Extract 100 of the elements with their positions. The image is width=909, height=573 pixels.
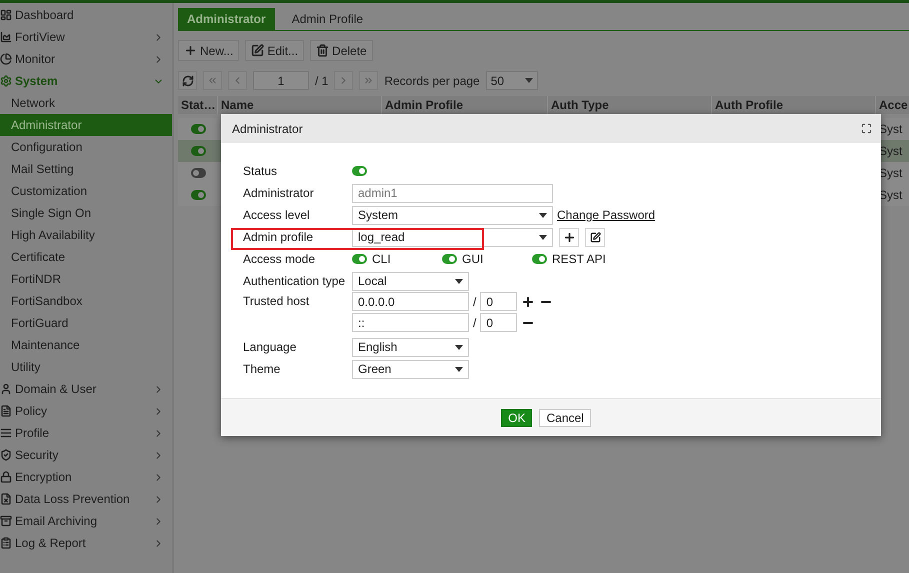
plus-icon — [184, 44, 197, 57]
change-password-link[interactable]: Change Password — [557, 208, 656, 222]
field-label: Admin profile — [243, 229, 314, 246]
status-toggle[interactable] — [190, 124, 206, 134]
document-icon — [0, 405, 12, 417]
sidebar-item[interactable]: Certificate — [0, 246, 172, 268]
sidebar-item[interactable]: Customization — [0, 180, 172, 202]
field-label: Theme — [243, 361, 282, 378]
caret-icon — [455, 278, 463, 284]
user-icon — [0, 383, 12, 395]
add-button[interactable] — [559, 228, 579, 246]
area-chart-icon — [0, 31, 12, 43]
edit-icon — [590, 232, 600, 242]
column-header[interactable]: Stat… — [178, 96, 218, 114]
ok-button[interactable]: OK — [501, 408, 532, 426]
shield-icon — [0, 449, 12, 461]
page-total: / 1 — [315, 74, 328, 88]
cancel-button[interactable]: Cancel — [539, 408, 591, 426]
sidebar-item[interactable]: Profile — [0, 422, 172, 444]
sidebar-item[interactable]: Single Sign On — [0, 202, 172, 224]
list-icon — [0, 427, 12, 439]
option-label: CLI — [372, 252, 391, 266]
sidebar-item[interactable]: FortiSandbox — [0, 290, 172, 312]
select-field[interactable]: Local — [352, 272, 469, 290]
sidebar-item[interactable]: Domain & User — [0, 378, 172, 400]
select-field[interactable]: English — [352, 338, 469, 356]
document-x-icon — [0, 493, 12, 505]
separator-text: / — [473, 316, 476, 330]
field-label: Trusted host — [243, 293, 310, 310]
sidebar-item[interactable]: Utility — [0, 356, 172, 378]
caret-icon — [455, 366, 463, 372]
select-field[interactable]: log_read — [352, 228, 553, 246]
gear-icon — [0, 75, 12, 87]
sidebar-item[interactable]: High Availability — [0, 224, 172, 246]
sidebar-item[interactable]: System — [0, 70, 172, 92]
select-field[interactable]: Green — [352, 360, 469, 378]
tab[interactable]: Administrator — [178, 8, 275, 30]
lock-icon — [0, 471, 12, 483]
tab[interactable]: Admin Profile — [282, 8, 372, 30]
sidebar-item[interactable]: FortiView — [0, 26, 172, 48]
sidebar-item[interactable]: Data Loss Prevention — [0, 488, 172, 510]
add-icon[interactable] — [521, 294, 536, 308]
toggle-switch[interactable] — [352, 254, 367, 264]
records-select[interactable]: 50 — [486, 71, 538, 90]
status-toggle[interactable] — [190, 146, 206, 156]
first-page-button[interactable] — [203, 71, 222, 90]
input-field[interactable]: :: — [352, 313, 469, 332]
dashboard-icon — [0, 9, 12, 21]
toolbar-button[interactable]: Delete — [310, 40, 373, 61]
sidebar-item[interactable]: FortiNDR — [0, 268, 172, 290]
maximize-icon[interactable] — [861, 123, 872, 134]
plus-icon — [562, 230, 576, 244]
page-field[interactable]: 1 — [253, 71, 309, 90]
separator-text: / — [473, 294, 476, 308]
toolbar-button[interactable]: Edit... — [245, 40, 304, 61]
pie-chart-icon — [0, 53, 12, 65]
sidebar-item[interactable]: Dashboard — [0, 4, 172, 26]
double-chevron-right-icon — [363, 75, 374, 86]
toggle-switch[interactable] — [352, 166, 367, 176]
sidebar-item[interactable]: Email Archiving — [0, 510, 172, 532]
sidebar-item[interactable]: Log & Report — [0, 532, 172, 554]
clipboard-icon — [0, 537, 12, 549]
toolbar-button[interactable]: New... — [178, 40, 240, 61]
field-label: Access mode — [243, 251, 316, 268]
sidebar-item[interactable]: Encryption — [0, 466, 172, 488]
sidebar-item[interactable]: Administrator — [0, 114, 172, 136]
records-label: Records per page — [384, 74, 480, 88]
double-chevron-left-icon — [207, 75, 218, 86]
status-toggle[interactable] — [190, 168, 206, 178]
field-label: Access level — [243, 207, 311, 224]
edit-icon — [251, 44, 264, 57]
field-label: Authentication type — [243, 273, 346, 290]
last-page-button[interactable] — [359, 71, 378, 90]
refresh-button[interactable] — [178, 71, 197, 90]
sidebar-item[interactable]: FortiGuard — [0, 312, 172, 334]
field-label: Language — [243, 339, 298, 356]
input-field[interactable]: 0 — [480, 292, 518, 311]
archive-icon — [0, 515, 12, 527]
option-label: REST API — [552, 252, 606, 266]
input-field[interactable]: 0 — [480, 313, 518, 332]
toggle-switch[interactable] — [442, 254, 457, 264]
dialog-title: Administrator — [232, 122, 303, 136]
sidebar-item[interactable]: Monitor — [0, 48, 172, 70]
sidebar-item[interactable]: Mail Setting — [0, 158, 172, 180]
field-label: Status — [243, 163, 278, 180]
status-toggle[interactable] — [190, 190, 206, 200]
toggle-switch[interactable] — [532, 254, 547, 264]
refresh-icon — [182, 74, 194, 86]
edit-button[interactable] — [585, 228, 605, 246]
option-label: GUI — [462, 252, 484, 266]
sidebar-item[interactable]: Configuration — [0, 136, 172, 158]
sidebar-item[interactable]: Security — [0, 444, 172, 466]
field-label: Administrator — [243, 185, 315, 202]
select-field[interactable]: System — [352, 206, 553, 224]
input-field[interactable]: 0.0.0.0 — [352, 292, 469, 311]
caret-icon — [455, 344, 463, 350]
trash-icon — [316, 44, 330, 57]
sidebar-item[interactable]: Network — [0, 92, 172, 114]
sidebar-item[interactable]: Policy — [0, 400, 172, 422]
sidebar-item[interactable]: Maintenance — [0, 334, 172, 356]
